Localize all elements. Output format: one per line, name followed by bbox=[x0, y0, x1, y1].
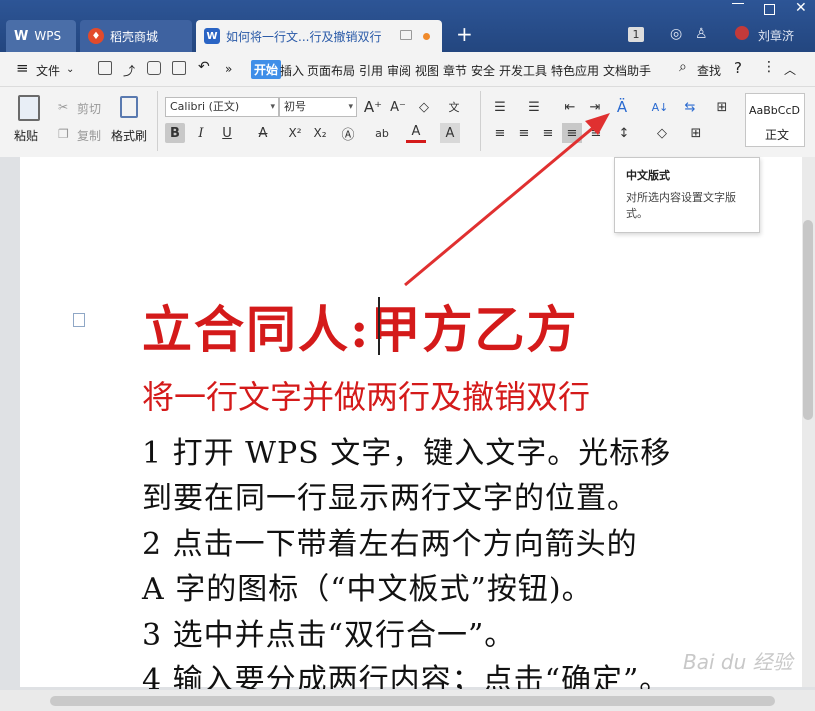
annotation-arrow bbox=[404, 113, 610, 287]
arrow-shaft bbox=[404, 120, 601, 287]
horizontal-scroll-thumb[interactable] bbox=[50, 696, 775, 706]
vertical-scroll-thumb[interactable] bbox=[803, 220, 813, 420]
